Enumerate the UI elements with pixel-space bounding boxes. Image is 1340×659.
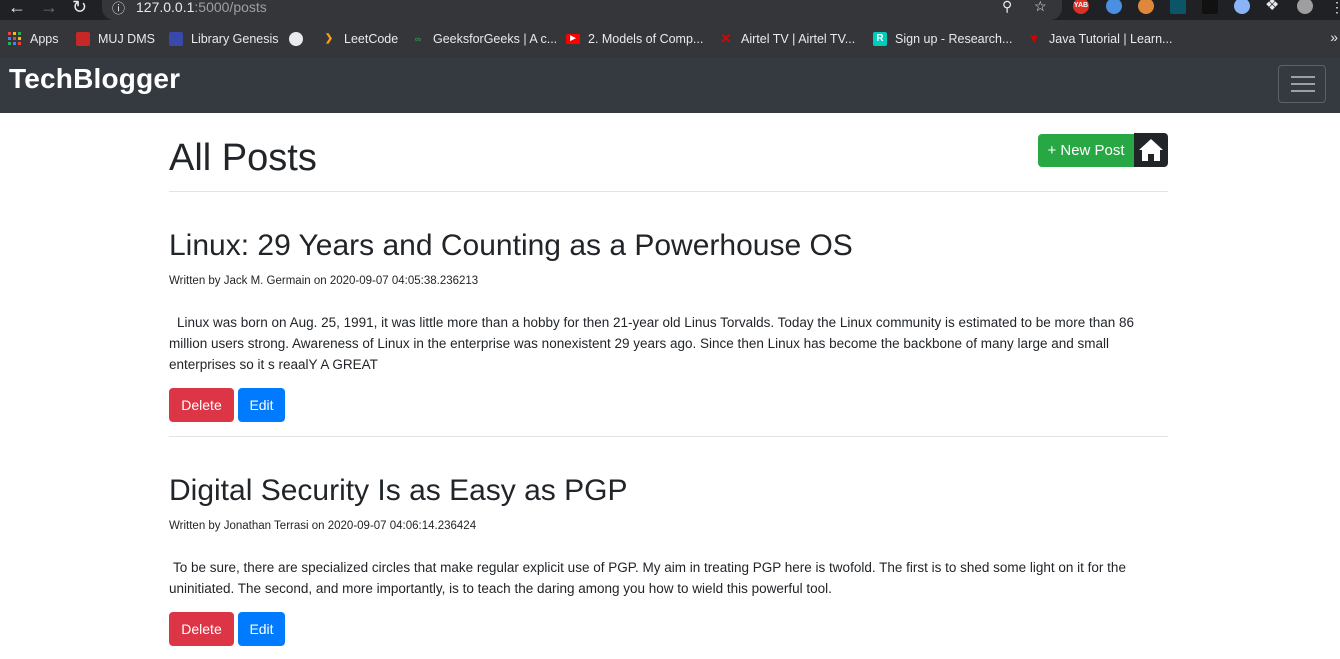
post-body: Linux was born on Aug. 25, 1991, it was … (169, 315, 1135, 372)
bookmarks-bar: Apps MUJ DMS Library Genesis ❯ LeetCode … (0, 20, 1340, 57)
bookmark-label: Sign up - Research... (895, 32, 1013, 46)
bookmark-geeksforgeeks[interactable]: ∞ GeeksforGeeks | A c... (411, 30, 557, 48)
navbar-toggle-button[interactable] (1278, 65, 1326, 103)
page-title: All Posts (169, 137, 317, 179)
youtube-icon: ▶ (566, 34, 580, 44)
bookmarks-overflow-icon[interactable]: » (1330, 29, 1338, 45)
url-text: 127.0.0.1:5000/posts (136, 0, 267, 15)
bookmark-label: Java Tutorial | Learn... (1049, 32, 1173, 46)
post-title: Digital Security Is as Easy as PGP (169, 474, 628, 507)
bookmark-star-icon[interactable]: ☆ (1034, 0, 1047, 15)
bookmark-youtube[interactable]: ▶ 2. Models of Comp... (566, 30, 703, 48)
muj-icon (76, 32, 90, 46)
bookmark-label: Apps (30, 32, 59, 46)
bookmark-library-genesis[interactable]: Library Genesis (169, 30, 279, 48)
hamburger-line (1291, 76, 1315, 78)
reload-icon[interactable]: ↻ (72, 0, 87, 17)
edit-button[interactable]: Edit (238, 388, 285, 422)
site-info-icon[interactable]: ⓘ (112, 0, 125, 17)
edit-button[interactable]: Edit (238, 612, 285, 646)
forward-arrow-icon[interactable]: → (40, 0, 58, 17)
post-body: To be sure, there are specialized circle… (169, 560, 1126, 596)
researchgate-icon: R (873, 32, 887, 46)
leetcode-icon: ❯ (324, 33, 334, 44)
bookmark-muj-dms[interactable]: MUJ DMS (76, 30, 155, 48)
browser-toolbar: ← → ↻ ⓘ 127.0.0.1:5000/posts ⚲ ☆ YAB ❖ ⋮ (0, 0, 1340, 20)
bookmark-label: GeeksforGeeks | A c... (433, 32, 558, 46)
delete-button[interactable]: Delete (169, 612, 234, 646)
home-icon (1139, 139, 1163, 161)
gfg-icon: ∞ (414, 34, 422, 44)
apps-grid-icon (8, 32, 22, 46)
extension-contact-icon[interactable] (1202, 0, 1218, 14)
browser-menu-icon[interactable]: ⋮ (1330, 0, 1340, 17)
bookmark-label: MUJ DMS (98, 32, 155, 46)
bookmark-airtel-tv[interactable]: ✕ Airtel TV | Airtel TV... (719, 30, 856, 48)
post-title: Linux: 29 Years and Counting as a Powerh… (169, 229, 853, 262)
bookmark-java-tutorial[interactable]: ▼ Java Tutorial | Learn... (1027, 30, 1173, 48)
extension-drop-icon[interactable] (1106, 0, 1122, 14)
post-byline: Written by Jonathan Terrasi on 2020-09-0… (169, 520, 477, 532)
globe-icon (289, 32, 303, 46)
extensions-puzzle-icon[interactable]: ❖ (1265, 0, 1279, 16)
airtel-icon: ✕ (720, 31, 732, 46)
library-icon (169, 32, 183, 46)
hamburger-line (1291, 90, 1315, 92)
extension-yab-icon[interactable]: YAB (1073, 0, 1089, 14)
back-arrow-icon[interactable]: ← (8, 0, 26, 17)
address-bar[interactable]: ⓘ 127.0.0.1:5000/posts ⚲ ☆ (102, 0, 1062, 20)
post-byline: Written by Jack M. Germain on 2020-09-07… (169, 275, 479, 287)
app-navbar: TechBlogger (0, 57, 1340, 113)
bookmark-label: Airtel TV | Airtel TV... (741, 32, 856, 46)
bookmark-label: LeetCode (344, 32, 399, 46)
bookmark-leetcode[interactable]: ❯ LeetCode (322, 30, 398, 48)
bookmark-apps[interactable]: Apps (8, 30, 59, 48)
zoom-icon[interactable]: ⚲ (1002, 0, 1012, 15)
extension-owl-icon[interactable] (1138, 0, 1154, 14)
bookmark-researchgate[interactable]: R Sign up - Research... (873, 30, 1012, 48)
bookmark-label: 2. Models of Comp... (588, 32, 704, 46)
java-tutorial-icon: ▼ (1027, 31, 1041, 46)
home-button[interactable] (1134, 133, 1168, 167)
brand-logo[interactable]: TechBlogger (9, 63, 180, 95)
hamburger-line (1291, 83, 1315, 85)
new-post-button[interactable]: + New Post (1038, 134, 1134, 167)
profile-avatar-icon[interactable] (1297, 0, 1313, 14)
post-divider (169, 436, 1168, 437)
extension-circle-icon[interactable] (1234, 0, 1250, 14)
delete-button[interactable]: Delete (169, 388, 234, 422)
bookmark-label: Library Genesis (191, 32, 279, 46)
bookmark-globe[interactable] (289, 30, 311, 48)
extension-n-icon[interactable] (1170, 0, 1186, 14)
title-divider (169, 191, 1168, 192)
